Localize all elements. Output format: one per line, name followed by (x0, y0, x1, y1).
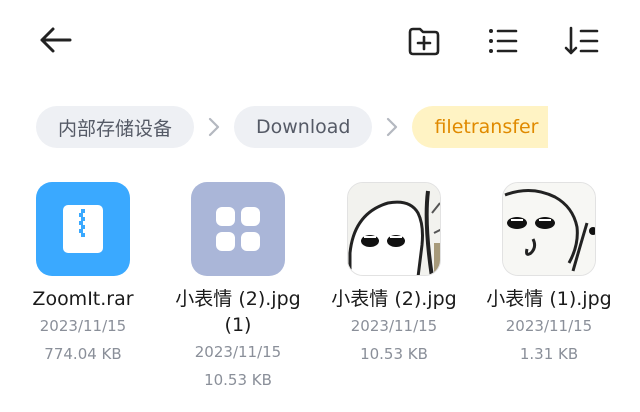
file-thumbnail (191, 182, 285, 276)
top-toolbar (0, 0, 640, 80)
file-size: 10.53 KB (360, 345, 428, 363)
back-arrow-icon (40, 27, 72, 53)
file-thumbnail (502, 182, 596, 276)
file-size: 10.53 KB (204, 371, 272, 389)
file-date: 2023/11/15 (39, 317, 127, 335)
archive-file-icon (63, 205, 103, 253)
file-item[interactable]: 小表情 (2).jpg 2023/11/15 10.53 KB (319, 182, 469, 368)
app-grid-icon (216, 207, 260, 251)
file-size: 1.31 KB (519, 345, 579, 363)
sort-icon (564, 26, 599, 55)
chevron-right-icon (208, 117, 220, 137)
file-date: 2023/11/15 (350, 317, 438, 335)
breadcrumb-item-download[interactable]: Download (234, 106, 373, 148)
new-folder-button[interactable] (402, 19, 446, 63)
breadcrumb-separator (194, 106, 234, 148)
file-date: 2023/11/15 (194, 343, 282, 361)
file-item[interactable]: 小表情 (1).jpg 2023/11/15 1.31 KB (474, 182, 624, 368)
list-view-button[interactable] (481, 19, 525, 63)
file-name: 小表情 (1).jpg (486, 288, 612, 310)
file-name: 小表情 (2).jpg (331, 288, 457, 310)
list-view-icon (489, 29, 518, 53)
image-thumbnail (348, 183, 440, 275)
file-name: 小表情 (2).jpg (1) (175, 288, 301, 336)
file-size: 774.04 KB (44, 345, 122, 363)
breadcrumb-item-filetransfer[interactable]: filetransfer (412, 106, 549, 148)
image-thumbnail (503, 183, 595, 275)
sort-button[interactable] (560, 19, 604, 63)
file-manager-screen: 内部存储设备 Download filetransfer ZoomIt.rar … (0, 0, 640, 412)
breadcrumb-separator (372, 106, 412, 148)
file-thumbnail (36, 182, 130, 276)
file-name: ZoomIt.rar (32, 288, 134, 310)
chevron-right-icon (387, 117, 398, 137)
new-folder-icon (408, 27, 440, 56)
file-date: 2023/11/15 (505, 317, 593, 335)
file-item[interactable]: ZoomIt.rar 2023/11/15 774.04 KB (8, 182, 158, 368)
file-item[interactable]: 小表情 (2).jpg (1) 2023/11/15 10.53 KB (163, 182, 313, 394)
breadcrumb-item-internal-storage[interactable]: 内部存储设备 (36, 106, 195, 148)
file-thumbnail (347, 182, 441, 276)
back-button[interactable] (34, 18, 78, 62)
breadcrumb: 内部存储设备 Download filetransfer (36, 106, 549, 148)
